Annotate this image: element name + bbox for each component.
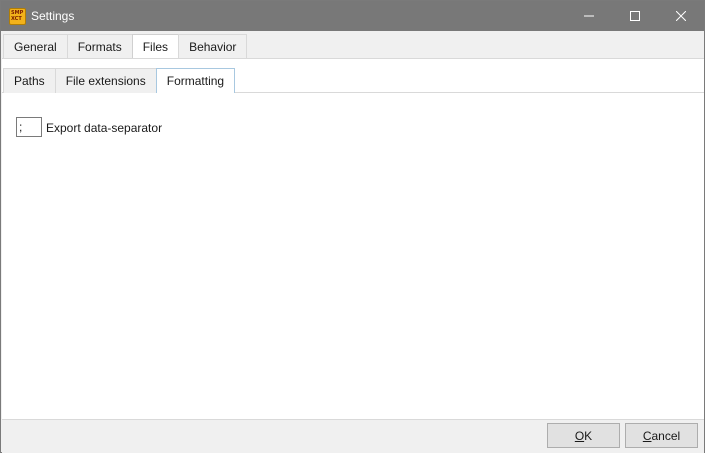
ok-label-rest: K xyxy=(584,428,593,443)
tab-behavior[interactable]: Behavior xyxy=(178,34,248,58)
maximize-icon xyxy=(630,11,640,21)
formatting-panel xyxy=(2,92,704,419)
minimize-button[interactable] xyxy=(566,1,612,31)
ok-button[interactable]: OK xyxy=(547,423,620,448)
tab-file-extensions[interactable]: File extensions xyxy=(54,68,157,93)
tab-formats[interactable]: Formats xyxy=(66,34,133,58)
app-icon-text-bottom: XCT xyxy=(11,16,22,22)
maximize-button[interactable] xyxy=(612,1,658,31)
ok-accelerator: O xyxy=(574,428,585,443)
inner-tab-strip: Paths File extensions Formatting xyxy=(3,68,236,93)
tab-general[interactable]: General xyxy=(3,34,68,58)
app-icon: SMP XCT xyxy=(9,8,26,25)
cancel-accelerator: C xyxy=(642,428,652,443)
tab-formatting[interactable]: Formatting xyxy=(155,68,236,93)
cancel-button[interactable]: Cancel xyxy=(625,423,698,448)
window-title: Settings xyxy=(31,9,75,23)
export-separator-input[interactable] xyxy=(16,117,42,137)
minimize-icon xyxy=(584,15,594,17)
close-button[interactable] xyxy=(658,1,704,31)
outer-tab-strip: General Formats Files Behavior xyxy=(3,34,248,58)
tab-files[interactable]: Files xyxy=(131,34,180,58)
title-bar[interactable]: SMP XCT Settings xyxy=(1,1,704,31)
cancel-label-rest: ancel xyxy=(651,428,681,443)
tab-paths[interactable]: Paths xyxy=(3,68,56,93)
export-separator-label: Export data-separator xyxy=(46,121,163,135)
close-icon xyxy=(676,11,686,21)
settings-window: SMP XCT Settings General Formats Files B… xyxy=(0,0,705,453)
